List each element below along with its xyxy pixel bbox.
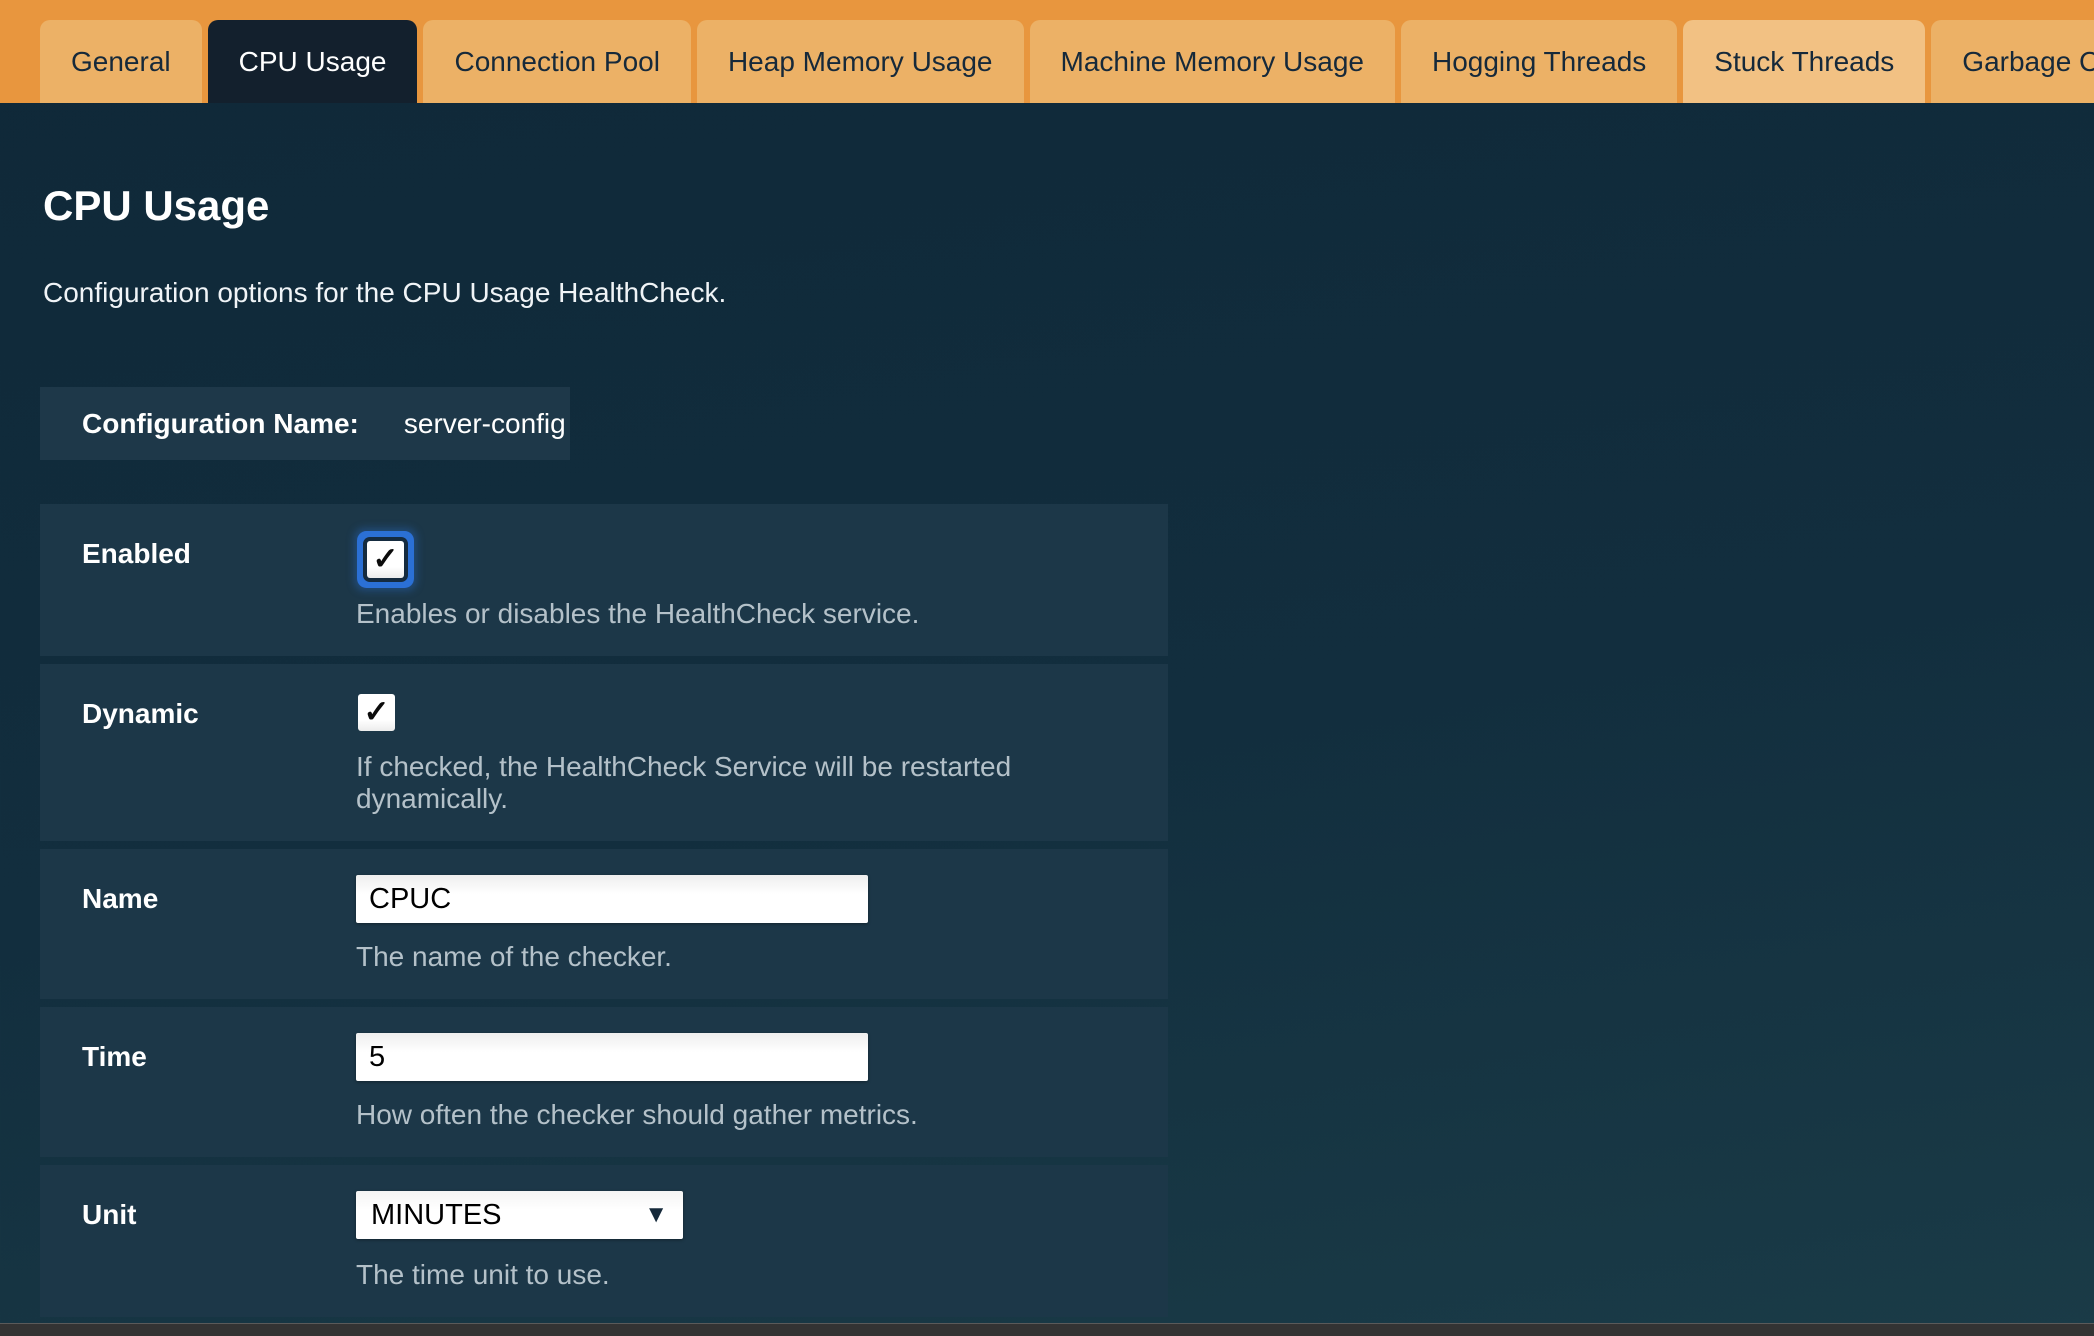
name-help: The name of the checker.	[356, 941, 1168, 973]
configuration-name-label: Configuration Name:	[82, 408, 359, 440]
unit-label: Unit	[82, 1191, 356, 1291]
healthcheck-form: Enabled ✓ Enables or disables the Health…	[40, 504, 1168, 1336]
tab-stuck-threads[interactable]: Stuck Threads	[1683, 20, 1925, 103]
page-subtitle: Configuration options for the CPU Usage …	[43, 277, 2094, 309]
tab-cpu-usage[interactable]: CPU Usage	[208, 20, 418, 103]
form-row-dynamic: Dynamic ✓ If checked, the HealthCheck Se…	[40, 664, 1168, 841]
checkmark-icon: ✓	[373, 543, 399, 574]
enabled-help: Enables or disables the HealthCheck serv…	[356, 598, 1168, 630]
page-title: CPU Usage	[43, 185, 2094, 227]
name-input[interactable]	[356, 875, 868, 923]
checkmark-icon: ✓	[364, 696, 390, 727]
configuration-name-box: Configuration Name: server-config	[40, 387, 570, 460]
dynamic-checkbox[interactable]: ✓	[358, 694, 395, 731]
horizontal-scrollbar[interactable]	[0, 1323, 2094, 1336]
tab-general[interactable]: General	[40, 20, 202, 103]
tab-heap-memory-usage[interactable]: Heap Memory Usage	[697, 20, 1024, 103]
time-input[interactable]	[356, 1033, 868, 1081]
main-content: CPU Usage Configuration options for the …	[0, 185, 2094, 1336]
time-label: Time	[82, 1033, 356, 1131]
dynamic-control: ✓ If checked, the HealthCheck Service wi…	[356, 690, 1168, 815]
form-row-time: Time How often the checker should gather…	[40, 1007, 1168, 1157]
unit-help: The time unit to use.	[356, 1259, 1168, 1291]
time-help: How often the checker should gather metr…	[356, 1099, 1168, 1131]
name-control: The name of the checker.	[356, 875, 1168, 973]
tab-hogging-threads[interactable]: Hogging Threads	[1401, 20, 1677, 103]
dynamic-label: Dynamic	[82, 690, 356, 815]
tab-connection-pool[interactable]: Connection Pool	[423, 20, 690, 103]
name-label: Name	[82, 875, 356, 973]
tab-machine-memory-usage[interactable]: Machine Memory Usage	[1030, 20, 1395, 103]
enabled-control: ✓ Enables or disables the HealthCheck se…	[356, 530, 1168, 630]
enabled-label: Enabled	[82, 530, 356, 630]
tab-bar: General CPU Usage Connection Pool Heap M…	[0, 0, 2094, 103]
form-row-enabled: Enabled ✓ Enables or disables the Health…	[40, 504, 1168, 656]
unit-select-value: MINUTES	[371, 1199, 502, 1232]
time-control: How often the checker should gather metr…	[356, 1033, 1168, 1131]
configuration-name-value: server-config	[404, 408, 566, 440]
unit-control: MINUTES ▼ The time unit to use.	[356, 1191, 1168, 1291]
form-row-unit: Unit MINUTES ▼ The time unit to use.	[40, 1165, 1168, 1317]
form-row-name: Name The name of the checker.	[40, 849, 1168, 999]
unit-select[interactable]: MINUTES ▼	[356, 1191, 683, 1239]
tab-garbage-collector[interactable]: Garbage Collector	[1931, 20, 2094, 103]
dynamic-help: If checked, the HealthCheck Service will…	[356, 751, 1168, 815]
chevron-down-icon: ▼	[644, 1201, 668, 1229]
enabled-checkbox[interactable]: ✓	[367, 541, 404, 578]
